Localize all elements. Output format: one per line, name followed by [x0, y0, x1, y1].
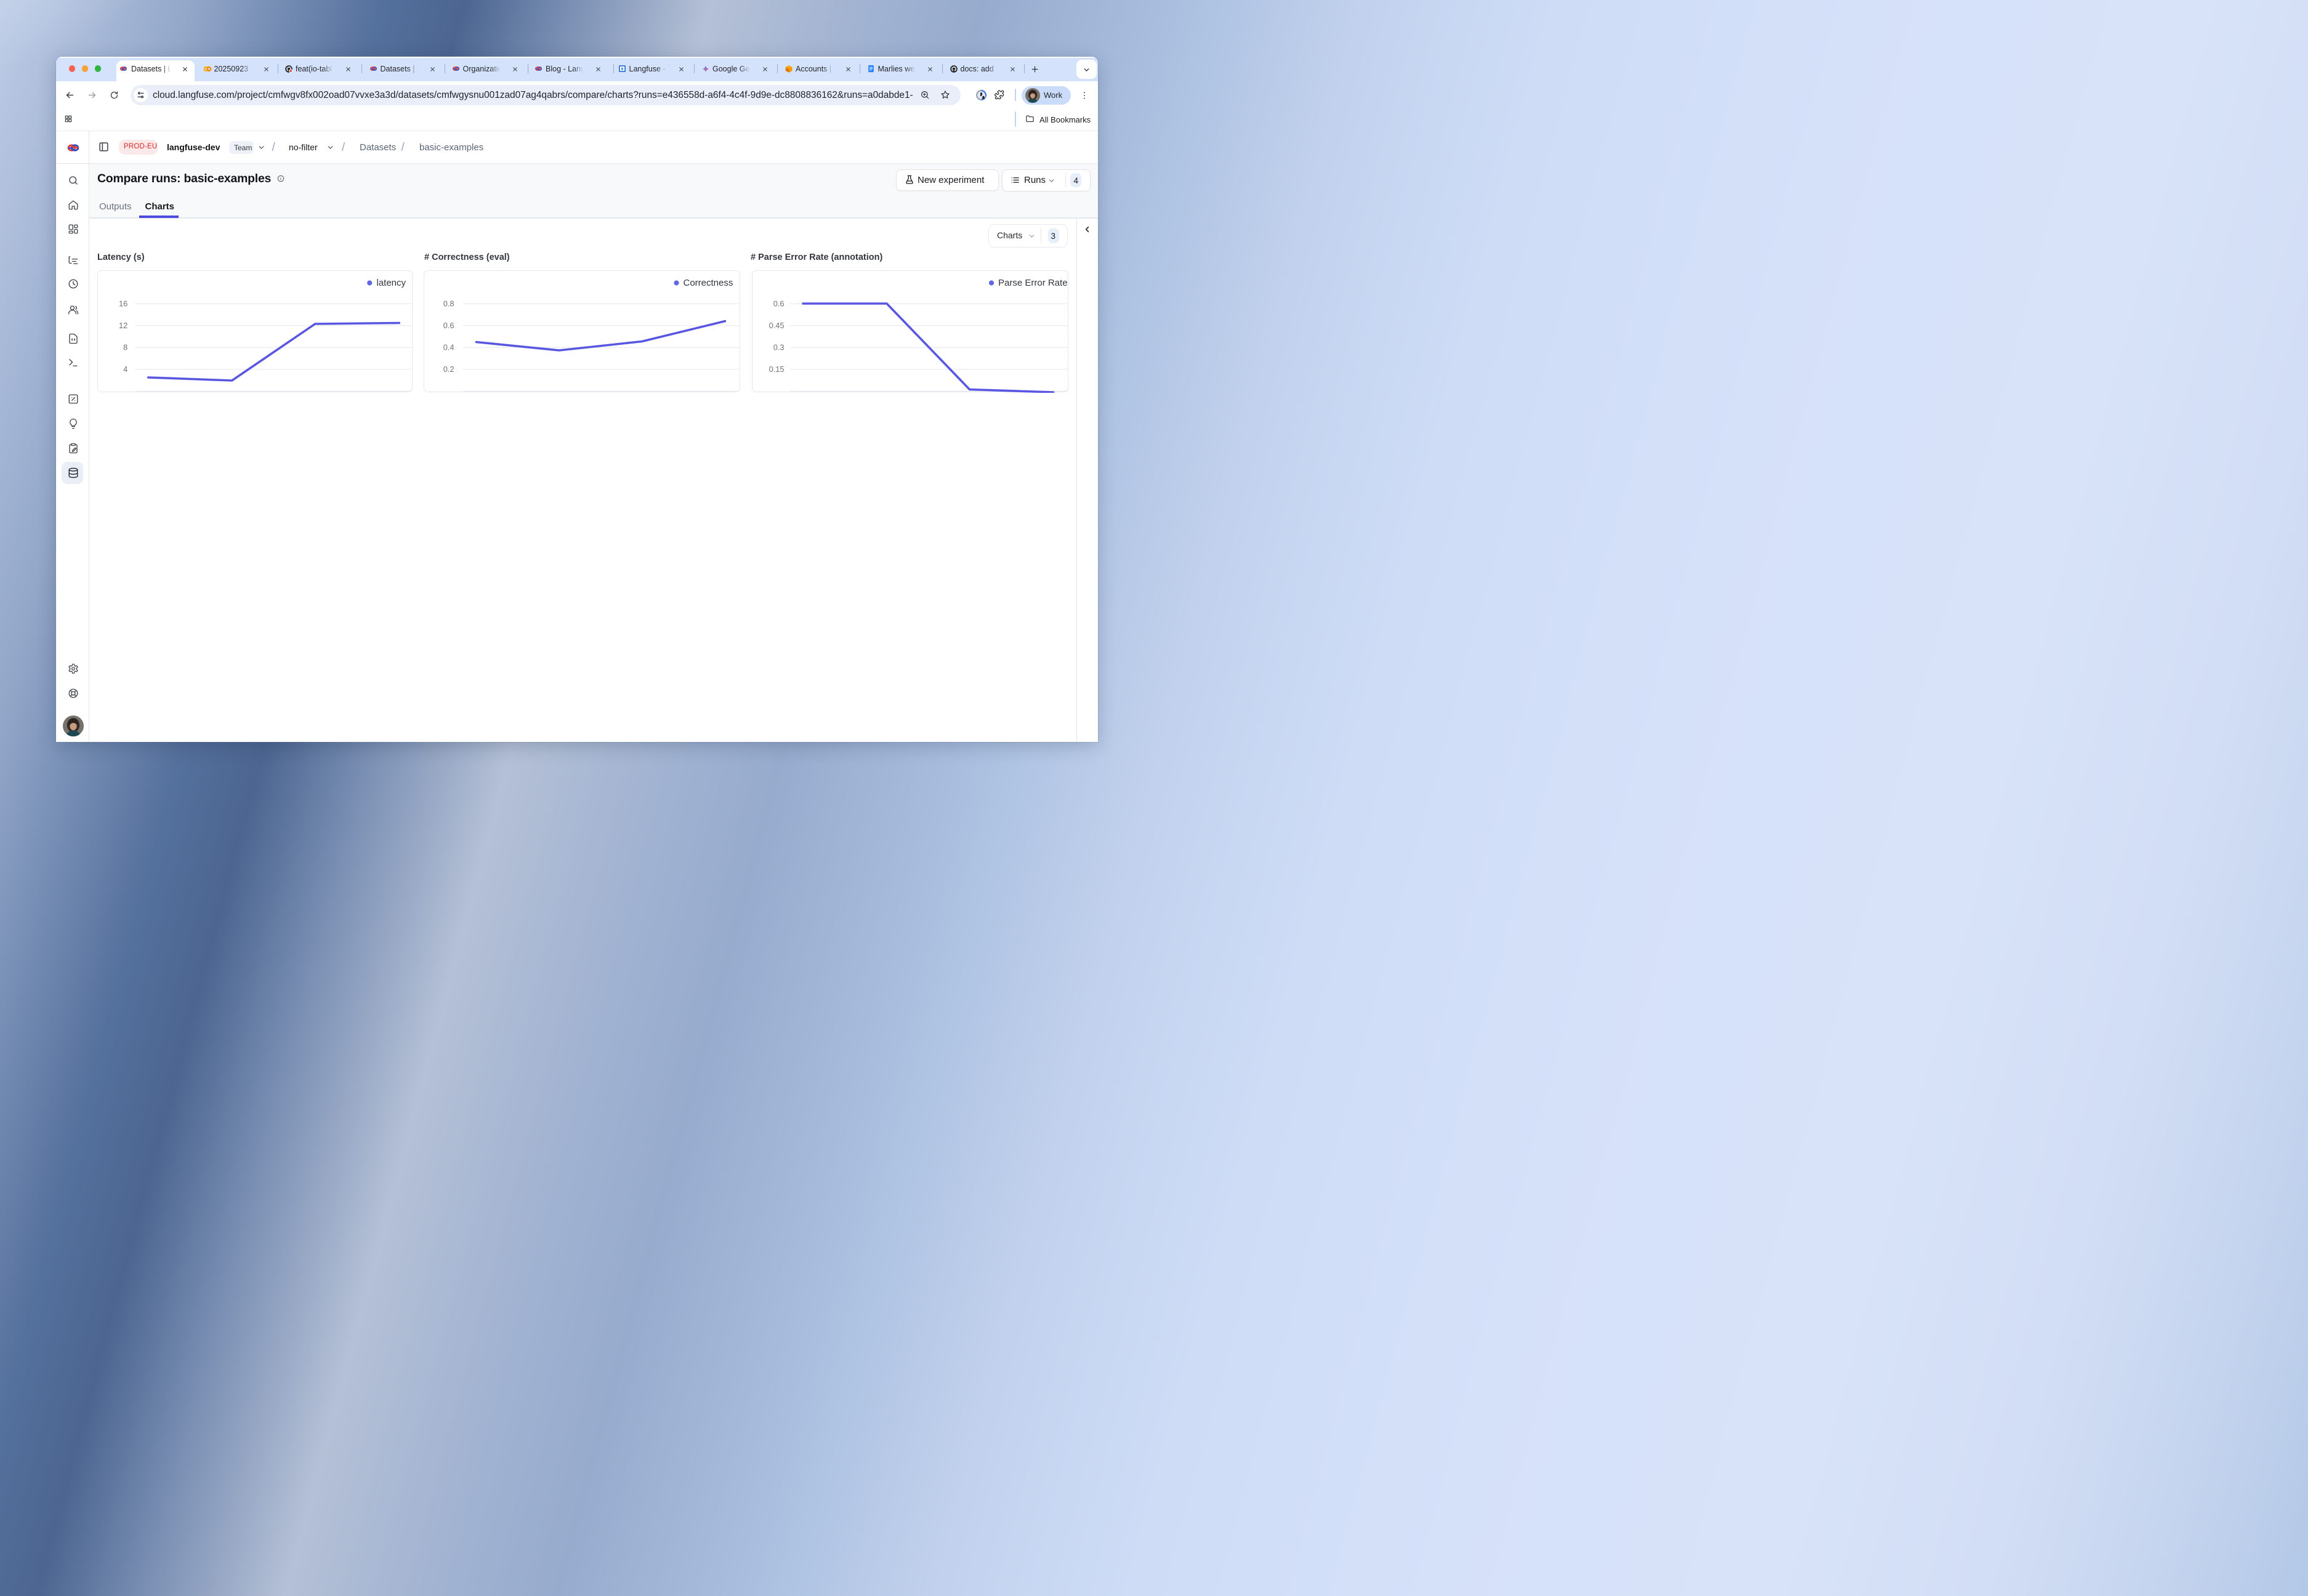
svg-text:4: 4: [123, 364, 127, 373]
svg-text:0.2: 0.2: [443, 364, 454, 373]
svg-text:0.6: 0.6: [443, 320, 454, 329]
svg-text:6: 6: [621, 67, 623, 71]
svg-text:16: 16: [119, 299, 127, 308]
svg-text:0.3: 0.3: [773, 342, 785, 352]
svg-text:0.8: 0.8: [443, 299, 454, 308]
svg-text:0.15: 0.15: [769, 364, 785, 373]
svg-text:0.6: 0.6: [773, 299, 785, 308]
svg-text:8: 8: [123, 342, 127, 352]
svg-text:0.45: 0.45: [769, 320, 785, 329]
svg-text:12: 12: [119, 320, 127, 329]
svg-text:0.4: 0.4: [443, 342, 454, 352]
